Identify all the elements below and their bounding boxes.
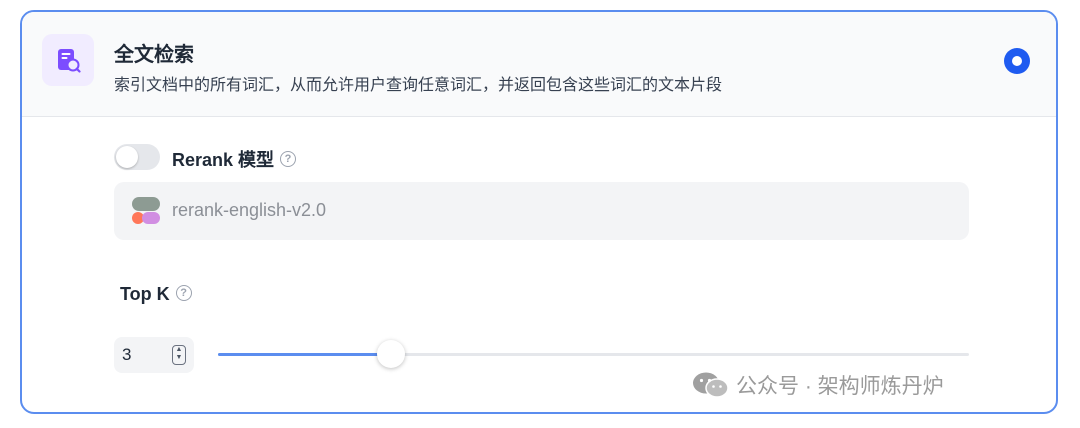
watermark-text: 公众号 · 架构师炼丹炉 [736, 375, 944, 398]
topk-label-row: Top K? [120, 284, 192, 305]
watermark: 公众号 · 架构师炼丹炉 [692, 370, 944, 400]
question-circle-icon[interactable]: ? [280, 151, 297, 168]
rerank-model-name: rerank-english-v2.0 [172, 200, 327, 220]
document-search-icon [42, 34, 94, 86]
radio-dot [1012, 56, 1022, 66]
option-radio-selected[interactable] [1004, 48, 1030, 74]
option-title: 全文检索 [114, 44, 194, 66]
toggle-knob [116, 146, 138, 168]
topk-number-input[interactable]: 3 ▲ ▼ [114, 337, 194, 373]
topk-label: Top K [120, 284, 170, 304]
number-stepper[interactable]: ▲ ▼ [172, 345, 186, 365]
topk-value: 3 [122, 345, 132, 364]
slider-fill [218, 353, 391, 356]
option-description: 索引文档中的所有词汇，从而允许用户查询任意词汇，并返回包含这些词汇的文本片段 [114, 77, 723, 94]
rerank-toggle[interactable] [114, 144, 160, 170]
topk-slider[interactable] [218, 340, 969, 368]
cohere-logo-icon [132, 197, 160, 224]
question-circle-icon[interactable]: ? [175, 285, 192, 302]
full-text-search-option-card[interactable]: 全文检索 索引文档中的所有词汇，从而允许用户查询任意词汇，并返回包含这些词汇的文… [20, 10, 1058, 414]
rerank-label-row: Rerank 模型? [172, 146, 297, 172]
option-header[interactable]: 全文检索 索引文档中的所有词汇，从而允许用户查询任意词汇，并返回包含这些词汇的文… [22, 12, 1056, 117]
rerank-label: Rerank 模型 [172, 150, 275, 170]
slider-thumb[interactable] [376, 340, 405, 368]
wechat-icon [693, 372, 729, 398]
rerank-model-select[interactable]: rerank-english-v2.0 [114, 182, 969, 240]
